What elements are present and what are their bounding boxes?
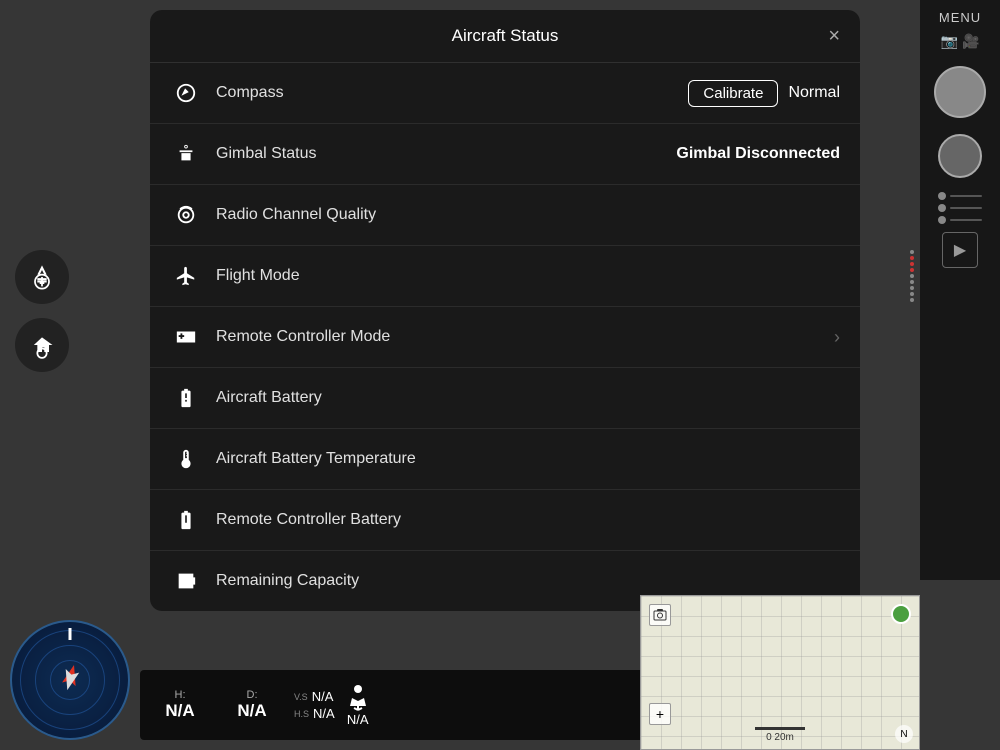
vertical-scale <box>906 250 918 470</box>
map-scale: 0 20m <box>755 727 805 743</box>
altitude-value: N/A <box>165 701 194 721</box>
rc-battery-icon <box>170 504 202 536</box>
slider-2-dot <box>938 204 946 212</box>
right-panel: MENU 📷 🎥 ▶ <box>920 0 1000 580</box>
vspeed-row: V.S N/A <box>294 689 335 704</box>
altitude-label: H: <box>175 689 186 701</box>
scale-dot-3 <box>910 262 914 266</box>
flight-mode-row: Flight Mode <box>150 246 860 307</box>
gimbal-label: Gimbal Status <box>216 145 676 163</box>
slider-2[interactable] <box>938 204 982 212</box>
map-grid: 0 20m + N <box>641 596 919 749</box>
scale-dot-6 <box>910 280 914 284</box>
battery-temp-label: Aircraft Battery Temperature <box>216 450 840 468</box>
compass-label: Compass <box>216 84 688 102</box>
takeoff-button[interactable] <box>15 250 69 304</box>
playback-button[interactable]: ▶ <box>942 232 978 268</box>
distance-value: N/A <box>237 701 266 721</box>
aircraft-battery-row: Aircraft Battery <box>150 368 860 429</box>
modal-title: Aircraft Status <box>452 26 559 46</box>
compass-icon <box>170 77 202 109</box>
battery-temp-row: Aircraft Battery Temperature <box>150 429 860 490</box>
distance-group: D: N/A <box>222 689 282 721</box>
return-home-button[interactable] <box>15 318 69 372</box>
map-aircraft-marker <box>891 604 911 624</box>
north-indicator <box>69 628 72 640</box>
slider-3-dot <box>938 216 946 224</box>
calibrate-button[interactable]: Calibrate <box>688 80 778 107</box>
hspeed-row: H.S N/A <box>294 706 335 721</box>
slider-3-track <box>950 219 982 221</box>
photo-icon: 📷 <box>941 33 958 50</box>
aircraft-battery-icon <box>170 382 202 414</box>
battery-temp-icon <box>170 443 202 475</box>
aircraft-battery-label: Aircraft Battery <box>216 389 840 407</box>
radio-label: Radio Channel Quality <box>216 206 840 224</box>
remaining-capacity-label: Remaining Capacity <box>216 572 840 590</box>
vspeed-label: V.S <box>294 692 308 702</box>
person-indicator: N/A <box>347 684 369 727</box>
hspeed-value: N/A <box>313 706 335 721</box>
radio-row: Radio Channel Quality <box>150 185 860 246</box>
radar-compass <box>10 620 130 740</box>
gimbal-value: Gimbal Disconnected <box>676 145 840 163</box>
map-compass: N <box>895 725 913 743</box>
vspeed-value: N/A <box>312 689 334 704</box>
left-sidebar <box>15 250 69 372</box>
menu-label: MENU <box>939 0 981 33</box>
slider-3[interactable] <box>938 216 982 224</box>
flight-mode-label: Flight Mode <box>216 267 840 285</box>
map-scale-bar <box>755 727 805 730</box>
gimbal-row: Gimbal Status Gimbal Disconnected <box>150 124 860 185</box>
radio-icon <box>170 199 202 231</box>
rc-mode-icon <box>170 321 202 353</box>
map-zoom-button[interactable]: + <box>649 703 671 725</box>
camera-mode-icons: 📷 🎥 <box>941 33 980 50</box>
rc-mode-label: Remote Controller Mode <box>216 328 826 346</box>
person-icon <box>347 684 369 712</box>
scale-dot-9 <box>910 298 914 302</box>
hspeed-label: H.S <box>294 709 309 719</box>
close-button[interactable]: × <box>828 26 840 46</box>
chevron-right-icon: › <box>834 327 840 348</box>
distance-label: D: <box>247 689 258 701</box>
speed-group: V.S N/A H.S N/A <box>294 689 335 721</box>
scale-dot-2 <box>910 256 914 260</box>
slider-1[interactable] <box>938 192 982 200</box>
rc-battery-label: Remote Controller Battery <box>216 511 840 529</box>
scale-dot-1 <box>910 250 914 254</box>
compass-row: Compass Calibrate Normal <box>150 63 860 124</box>
person-value: N/A <box>347 712 369 727</box>
rc-battery-row: Remote Controller Battery <box>150 490 860 551</box>
scale-dot-4 <box>910 268 914 272</box>
slider-controls <box>930 192 990 224</box>
map-screenshot-button[interactable] <box>649 604 671 626</box>
scale-dot-8 <box>910 292 914 296</box>
play-icon: ▶ <box>954 240 966 260</box>
altitude-group: H: N/A <box>150 689 210 721</box>
rc-mode-row[interactable]: Remote Controller Mode › <box>150 307 860 368</box>
compass-value: Normal <box>788 84 840 102</box>
gimbal-icon <box>170 138 202 170</box>
modal-header: Aircraft Status × <box>150 10 860 63</box>
map-panel: 0 20m + N <box>640 595 920 750</box>
aircraft-status-modal: Aircraft Status × Compass Calibrate Norm… <box>150 10 860 611</box>
scale-dot-5 <box>910 274 914 278</box>
capture-button[interactable] <box>934 66 986 118</box>
scale-dot-7 <box>910 286 914 290</box>
map-scale-label: 0 20m <box>766 732 794 743</box>
flight-mode-icon <box>170 260 202 292</box>
video-icon: 🎥 <box>962 33 979 50</box>
slider-1-track <box>950 195 982 197</box>
record-button[interactable] <box>938 134 982 178</box>
slider-1-dot <box>938 192 946 200</box>
slider-2-track <box>950 207 982 209</box>
